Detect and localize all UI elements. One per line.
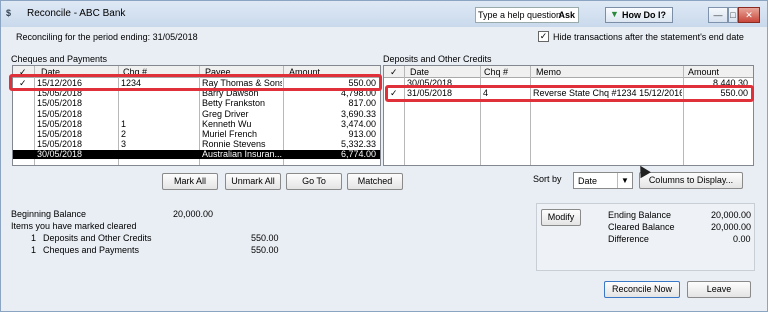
app-icon: $ [6,8,12,18]
row-chq: 2 [121,130,127,139]
cheques-cleared-label: Cheques and Payments [43,245,140,255]
modify-button[interactable]: Modify [541,209,581,226]
table-row[interactable]: 15/05/2018 2 Muriel French 913.00 [13,130,380,139]
reconcile-window: $ Reconcile - ABC Bank Type a help quest… [0,0,768,312]
close-button[interactable]: ✕ [738,7,760,23]
window-title: Reconcile - ABC Bank [27,8,126,19]
row-amount: 3,690.33 [340,109,376,119]
row-date: 15/05/2018 [37,130,83,139]
period-text: Reconciling for the period ending: 31/05… [16,32,198,42]
help-question-input[interactable]: Type a help question [478,10,561,20]
row-chq: 3 [121,140,127,150]
ending-balance-label: Ending Balance [608,210,672,220]
title-bar: $ Reconcile - ABC Bank Type a help quest… [1,1,767,27]
ending-balance-value: 20,000.00 [711,210,752,220]
difference-label: Difference [608,234,649,244]
table-row[interactable]: 15/05/2018 3 Ronnie Stevens 5,332.33 [13,140,380,149]
cleared-balance-value: 20,000.00 [711,222,752,232]
go-to-button[interactable]: Go To [286,173,342,190]
row-payee: Betty Frankston [202,99,266,109]
matched-button[interactable]: Matched [347,173,403,190]
columns-to-display-button[interactable]: Columns to Display... [639,172,743,189]
deposits-table-header: ✓ Date Chq # Memo Amount [384,66,753,78]
table-row[interactable]: 15/05/2018 1 Kenneth Wu 3,474.00 [13,120,380,129]
sort-by-select[interactable]: Date ▼ [573,172,633,189]
deposits-cleared-label: Deposits and Other Credits [43,233,152,243]
row-date: 15/05/2018 [37,140,83,150]
sort-by-label: Sort by [533,174,562,184]
chq-column-header[interactable]: Chq # [484,67,508,77]
date-column-header[interactable]: Date [410,67,429,77]
difference-value: 0.00 [733,234,751,244]
unmark-all-button[interactable]: Unmark All [225,173,281,190]
highlight-box-deposit [385,85,754,102]
highlight-box-cheque [9,74,382,91]
table-row[interactable]: 30/05/2018 Australian Insuran... 6,774.00 [13,150,380,160]
minimize-button[interactable]: — [708,7,728,23]
cheques-section-title: Cheques and Payments [11,54,108,64]
how-do-i-button[interactable]: ▼ How Do I? [605,7,673,23]
row-date: 15/05/2018 [37,109,83,119]
how-do-i-label: How Do I? [622,10,666,20]
mark-all-button[interactable]: Mark All [162,173,218,190]
row-payee: Australian Insuran... [202,150,282,160]
chevron-down-icon: ▼ [617,173,632,188]
beginning-balance-value: 20,000.00 [173,209,214,219]
deposits-section-title: Deposits and Other Credits [383,54,492,64]
row-amount: 5,332.33 [340,140,376,150]
sort-by-value: Date [578,176,598,186]
deposits-cleared-value: 550.00 [251,233,279,243]
row-date: 15/05/2018 [37,99,83,109]
row-payee: Kenneth Wu [202,119,252,129]
hide-transactions-label: Hide transactions after the statement's … [553,32,744,42]
cheques-count: 1 [31,245,37,255]
beginning-balance-label: Beginning Balance [11,209,87,219]
check-column-header[interactable]: ✓ [390,67,398,78]
row-payee: Ronnie Stevens [202,140,266,150]
marked-cleared-label: Items you have marked cleared [11,221,137,231]
amount-column-header[interactable]: Amount [688,67,719,77]
help-search-box[interactable]: Type a help question Ask [475,7,579,23]
reconcile-now-button[interactable]: Reconcile Now [604,281,680,298]
table-row[interactable]: 15/05/2018 Greg Driver 3,690.33 [13,110,380,119]
row-amount: 913.00 [348,130,376,139]
triangle-down-icon: ▼ [610,9,619,19]
row-date: 15/05/2018 [37,119,83,129]
ask-button[interactable]: Ask [558,10,575,20]
deposits-count: 1 [31,233,37,243]
row-date: 30/05/2018 [37,150,83,160]
memo-column-header[interactable]: Memo [536,67,561,77]
row-chq: 1 [121,119,127,129]
row-amount: 3,474.00 [340,119,376,129]
cheques-cleared-value: 550.00 [251,245,279,255]
row-amount: 6,774.00 [340,150,376,160]
row-payee: Muriel French [202,130,258,139]
maximize-button[interactable]: □ [728,7,738,23]
row-payee: Greg Driver [202,109,249,119]
row-amount: 817.00 [348,99,376,109]
deposits-table: ✓ Date Chq # Memo Amount 30/05/2018 8,440… [383,65,754,166]
leave-button[interactable]: Leave [687,281,751,298]
cleared-balance-label: Cleared Balance [608,222,675,232]
hide-transactions-checkbox[interactable]: ✓ [538,31,549,42]
table-row[interactable]: 15/05/2018 Betty Frankston 817.00 [13,99,380,108]
